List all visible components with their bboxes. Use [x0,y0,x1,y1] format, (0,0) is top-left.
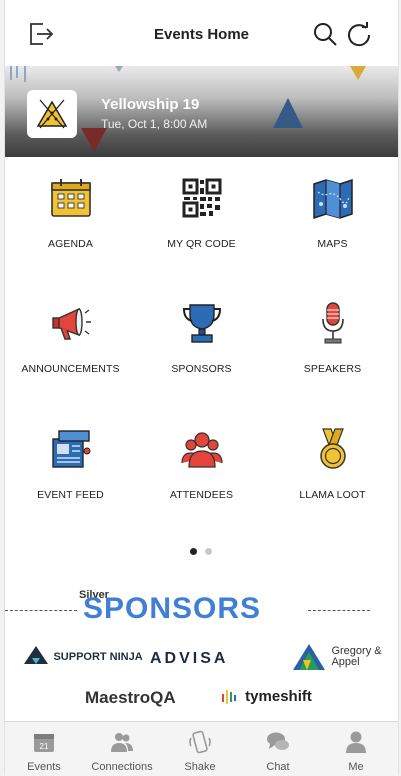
tile-label: LLAMA LOOT [299,489,366,501]
microphone-icon [311,301,355,345]
dashed-line-left [5,610,77,611]
map-icon [311,176,355,220]
page-title: Events Home [153,26,250,43]
tile-sponsors[interactable]: SPONSORS [136,301,267,411]
tile-attendees[interactable]: ATTENDEES [136,427,267,537]
refresh-icon[interactable] [345,20,373,48]
feed-icon [49,427,93,471]
tile-label: SPONSORS [171,363,232,375]
tile-my-qr-code[interactable]: MY QR CODE [136,176,267,286]
sponsor-logo-text: Gregory & Appel [331,645,382,668]
event-logo-icon [36,99,68,129]
tab-label: Me [348,761,364,773]
bottom-tab-bar: 21 Events Connections Shake Chat Me [5,721,398,776]
event-name: Yellowship 19 [101,96,200,113]
tymeshift-bars-icon [222,690,236,705]
tile-announcements[interactable]: ANNOUNCEMENTS [5,301,136,411]
person-icon [344,730,368,754]
dashed-line-right [308,610,370,611]
tile-label: MAPS [317,238,348,250]
svg-text:21: 21 [40,742,49,751]
sponsor-logo-text: tymeshift [245,688,312,705]
megaphone-icon [49,301,93,345]
tab-events[interactable]: 21 Events [5,722,83,776]
sponsor-logo-maestroqa[interactable]: MaestroQA [85,688,176,708]
chat-icon [266,730,290,754]
tab-label: Chat [266,761,290,773]
tile-label: ANNOUNCEMENTS [21,363,120,375]
pager-dot-active[interactable] [190,548,197,555]
tile-label: MY QR CODE [167,238,236,250]
sponsor-logo-tymeshift[interactable]: tymeshift [221,688,312,706]
tab-label: Events [27,761,61,773]
tile-llama-loot[interactable]: LLAMA LOOT [267,427,398,537]
search-icon[interactable] [311,20,339,48]
tile-speakers[interactable]: SPEAKERS [267,301,398,411]
tile-label: EVENT FEED [37,489,104,501]
gregory-appel-mark-icon [293,644,325,670]
tile-label: ATTENDEES [169,489,234,501]
tile-label: SPEAKERS [303,363,362,375]
sponsor-logo-gregory-appel[interactable]: Gregory & Appel [291,642,387,672]
tile-maps[interactable]: MAPS [267,176,398,286]
qr-code-icon [180,176,224,220]
header-bar: Events Home [5,0,398,66]
tile-agenda[interactable]: AGENDA [5,176,136,286]
tab-label: Shake [184,761,216,773]
event-banner[interactable]: Yellowship 19 Tue, Oct 1, 8:00 AM [5,66,398,157]
tab-chat[interactable]: Chat [239,722,317,776]
tile-event-feed[interactable]: EVENT FEED [5,427,136,537]
event-logo [27,90,77,138]
connections-icon [110,730,134,754]
tab-me[interactable]: Me [317,722,395,776]
tab-shake[interactable]: Shake [161,722,239,776]
trophy-icon [180,301,224,345]
calendar-tab-icon: 21 [32,730,56,754]
people-icon [180,427,224,471]
pager-dot[interactable] [205,548,212,555]
sponsor-logo-text: SUPPORT NINJA [53,651,143,663]
tab-connections[interactable]: Connections [83,722,161,776]
shake-phone-icon [188,730,212,754]
tab-label: Connections [91,761,153,773]
ninja-icon [24,646,48,664]
calendar-icon [49,176,93,220]
event-date: Tue, Oct 1, 8:00 AM [101,117,208,131]
medal-icon [311,427,355,471]
app-frame: Events Home Yellowship 19 Tue, Oct 1, 8:… [4,0,399,776]
tile-label: AGENDA [48,238,93,250]
sponsors-section: Silver SPONSORS SUPPORT NINJA ADVISA Gre… [5,580,398,720]
sponsor-logo-advisa[interactable]: ADVISA [150,650,228,668]
sponsors-title: SPONSORS [83,592,262,625]
sponsor-logo-support-ninja[interactable]: SUPPORT NINJA [23,644,143,670]
